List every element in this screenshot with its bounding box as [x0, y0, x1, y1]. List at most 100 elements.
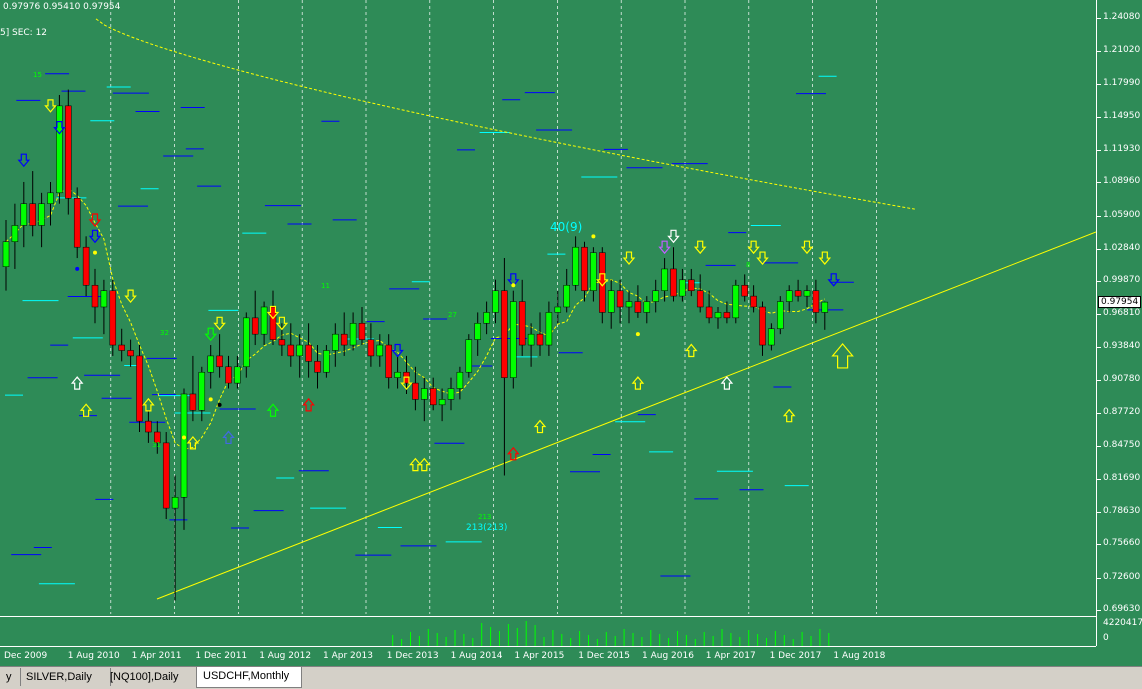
price-tick: [1097, 51, 1101, 53]
candle-body: [340, 333, 348, 346]
price-tick-label: 0.69630: [1103, 604, 1141, 614]
time-tick-label: 1 Dec 2017: [769, 651, 822, 661]
candle-body: [56, 105, 63, 194]
sell-arrow-icon: [88, 213, 102, 227]
candle-body: [136, 355, 143, 422]
sell-arrow-icon: [747, 240, 760, 255]
candle-body: [358, 323, 366, 340]
signal-dot: [635, 332, 640, 337]
candle-body: [501, 290, 508, 378]
price-tick: [1097, 512, 1101, 514]
candle-body: [732, 284, 740, 319]
candle-body: [750, 295, 757, 308]
price-tick-label: 1.24080: [1103, 12, 1141, 22]
price-tick: [1097, 610, 1101, 611]
time-tick-label: 1 Dec 2013: [386, 651, 439, 661]
tab-usdchf-monthly[interactable]: USDCHF,Monthly: [196, 667, 302, 688]
price-tick: [1097, 248, 1101, 250]
candle-body: [260, 306, 268, 335]
sell-arrow-icon: [213, 316, 226, 331]
buy-arrow-icon: [631, 376, 645, 390]
small-label: 11: [321, 282, 330, 290]
buy-arrow-icon: [831, 342, 854, 369]
price-tick-label: 0.90780: [1103, 374, 1141, 385]
tab-silver-daily[interactable]: SILVER,Daily: [20, 668, 111, 686]
candle-body: [705, 306, 713, 319]
time-tick-label: 1 Apr 2017: [705, 651, 756, 661]
candle-body: [216, 355, 223, 368]
price-tick-label: 0.72600: [1103, 571, 1141, 582]
buy-arrow-icon: [142, 397, 155, 412]
candle-body: [652, 290, 659, 302]
candle-body: [100, 290, 108, 308]
sell-arrow-icon: [818, 251, 832, 265]
candle-body: [643, 301, 651, 313]
sell-arrow-icon: [667, 229, 680, 244]
tab-nq100-daily[interactable]: [NQ100],Daily: [104, 668, 197, 686]
candle-body: [492, 290, 499, 313]
buy-arrow-icon: [782, 408, 796, 423]
price-tick-label: 1.21020: [1103, 45, 1141, 56]
candle-body: [581, 246, 588, 291]
sell-arrow-icon: [204, 327, 217, 342]
candle-body: [332, 333, 339, 351]
candle-body: [438, 399, 446, 406]
candle-body: [171, 497, 179, 509]
small-label: 213: [478, 513, 492, 521]
candle-body: [421, 388, 428, 400]
small-label: 15: [33, 71, 42, 79]
buy-arrow-icon: [222, 430, 235, 445]
sell-arrow-icon: [658, 240, 671, 255]
sell-arrow-icon: [693, 240, 707, 255]
candle-body: [278, 339, 286, 346]
buy-arrow-icon: [70, 376, 84, 390]
time-axis[interactable]: Dec 2009 1 Aug 2010 1 Apr 2011 1 Dec 2011 1 …: [0, 646, 1096, 667]
tab-partial[interactable]: y: [0, 668, 21, 686]
buy-arrow-icon: [418, 457, 431, 472]
candle-body: [367, 339, 375, 357]
candle-body: [73, 198, 81, 248]
price-tick: [1097, 84, 1101, 86]
candle-body: [670, 268, 677, 297]
candle-body: [47, 192, 54, 204]
buy-arrow-icon: [720, 376, 734, 390]
signal-dot: [182, 435, 186, 440]
candle-body: [634, 301, 642, 313]
time-tick-label: 1 Apr 2013: [323, 651, 373, 661]
candle-body: [251, 317, 259, 335]
price-scale[interactable]: 1.24080 1.21020 1.17990 1.14950 1.11930 1.089…: [1096, 0, 1142, 646]
candle-body: [225, 366, 232, 384]
price-tick: [1097, 445, 1101, 447]
count-label-bottom: 213(213): [466, 523, 508, 533]
candle-body: [554, 306, 562, 313]
price-tick: [1097, 182, 1101, 184]
candle-body: [536, 333, 544, 346]
candle-body: [465, 339, 473, 373]
chart-area[interactable]: 0.97976 0.95410 0.97954 5] SEC: 12 40(9)…: [0, 0, 1097, 614]
count-label-top: 40(9): [550, 220, 583, 234]
buy-arrow-icon: [685, 343, 698, 358]
volume-panel[interactable]: [0, 616, 1096, 647]
sell-arrow-icon: [800, 240, 814, 255]
price-tick: [1097, 544, 1101, 546]
price-tick: [1097, 577, 1101, 579]
price-tick-label: 1.08960: [1103, 176, 1141, 187]
candle-body: [456, 371, 464, 389]
small-label: 32: [160, 329, 169, 337]
long-moving-average: [95, 18, 915, 210]
price-chart[interactable]: [0, 0, 1097, 614]
signal-dot: [591, 234, 596, 239]
candle-body: [11, 225, 19, 243]
time-tick-label: 1 Apr 2015: [514, 651, 565, 661]
support-trendline: [156, 231, 1097, 600]
candle-body: [474, 323, 481, 340]
candle-body: [91, 284, 99, 308]
price-tick-label: 0.81690: [1103, 472, 1141, 483]
candle-body: [162, 442, 170, 509]
candle-body: [527, 333, 535, 346]
price-tick-label: 0.75660: [1103, 538, 1141, 549]
time-tick-label: 1 Aug 2014: [450, 651, 503, 661]
buy-arrow-icon: [266, 403, 280, 417]
buy-arrow-icon: [533, 419, 547, 434]
time-tick-label: 1 Aug 2018: [833, 651, 886, 661]
